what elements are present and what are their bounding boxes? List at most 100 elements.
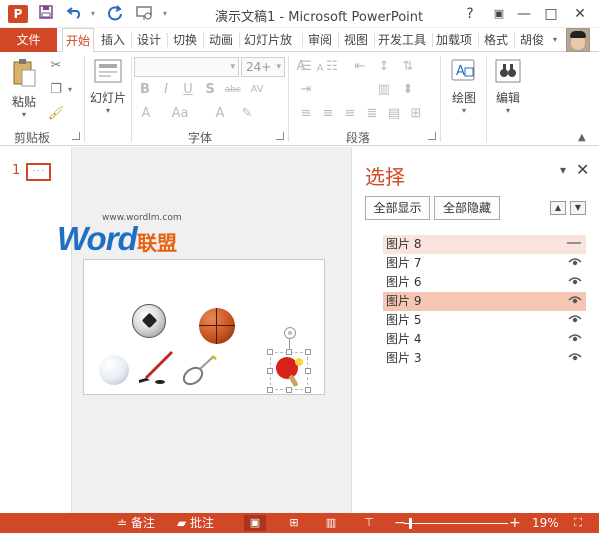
tab-developer[interactable]: 开发工具	[376, 28, 428, 52]
redo-icon[interactable]	[106, 5, 124, 23]
slide-sorter-icon[interactable]: ⊞	[283, 515, 305, 531]
tab-design[interactable]: 设计	[133, 28, 165, 52]
layer-item[interactable]: 图片 7	[383, 254, 586, 273]
drawing-button[interactable]: A 绘图 ▾	[446, 58, 482, 122]
underline-icon[interactable]: U	[180, 82, 196, 98]
copy-icon[interactable]: ❐	[47, 82, 65, 98]
zoom-level[interactable]: 19%	[532, 513, 559, 533]
reading-view-icon[interactable]: ▥	[320, 515, 342, 531]
user-dropdown-icon[interactable]: ▾	[553, 28, 557, 52]
justify-icon[interactable]: ≣	[362, 106, 382, 122]
comments-button[interactable]: ▰ 批注	[177, 513, 214, 533]
visible-eye-icon[interactable]	[568, 292, 582, 311]
distributed-icon[interactable]: ▤	[384, 106, 404, 122]
tab-transitions[interactable]: 切换	[169, 28, 201, 52]
tab-review[interactable]: 审阅	[304, 28, 336, 52]
slides-button[interactable]: 幻灯片 ▾	[88, 58, 128, 118]
font-dialog-launcher[interactable]	[276, 132, 284, 140]
cut-icon[interactable]: ✂	[47, 58, 65, 74]
selection-handle[interactable]	[305, 368, 311, 374]
selection-handle[interactable]	[267, 349, 273, 355]
format-painter-icon[interactable]: 🖌	[47, 106, 65, 122]
badminton-racket-image[interactable]	[180, 354, 220, 386]
editing-button[interactable]: 编辑 ▾	[490, 58, 526, 122]
increase-indent-icon[interactable]: ⇥	[296, 82, 316, 98]
close-window-button[interactable]: ✕	[569, 4, 591, 24]
layer-item[interactable]: 图片 4	[383, 330, 586, 349]
user-name[interactable]: 胡俊	[520, 28, 544, 52]
paragraph-dialog-launcher[interactable]	[428, 132, 436, 140]
text-direction-icon[interactable]: ⇅	[398, 59, 418, 75]
bullets-icon[interactable]: ☰	[296, 59, 316, 75]
paste-button[interactable]: 粘贴 ▾	[8, 58, 40, 119]
slideshow-view-icon[interactable]: ⊤	[358, 515, 380, 531]
notes-button[interactable]: ≐ 备注	[117, 513, 155, 533]
layer-item[interactable]: 图片 5	[383, 311, 586, 330]
normal-view-icon[interactable]: ▣	[244, 515, 266, 531]
tab-file[interactable]: 文件	[0, 28, 57, 52]
start-slideshow-icon[interactable]	[135, 5, 155, 23]
align-right-icon[interactable]: ≡	[340, 106, 360, 122]
character-spacing-icon[interactable]: AV	[247, 82, 267, 98]
copy-dropdown-icon[interactable]: ▾	[65, 82, 75, 98]
show-all-button[interactable]: 全部显示	[365, 196, 430, 220]
soccer-ball-image[interactable]	[132, 304, 166, 338]
hockey-stick-image[interactable]	[136, 350, 176, 386]
slide-thumbnail[interactable]: · · ·	[26, 163, 51, 181]
font-name-combo[interactable]: ▾	[134, 57, 239, 77]
tab-animations[interactable]: 动画	[205, 28, 237, 52]
ping-pong-paddle-image[interactable]	[270, 352, 308, 390]
tab-format[interactable]: 格式	[481, 28, 511, 52]
golf-ball-image[interactable]	[99, 355, 129, 385]
slide-canvas[interactable]	[83, 259, 325, 395]
selection-handle[interactable]	[305, 387, 311, 393]
powerpoint-app-icon[interactable]: P	[8, 5, 28, 23]
selection-handle[interactable]	[267, 387, 273, 393]
zoom-slider-thumb[interactable]	[409, 518, 412, 529]
tab-insert[interactable]: 插入	[97, 28, 129, 52]
send-backward-icon[interactable]: ▼	[570, 201, 586, 215]
selection-handle[interactable]	[286, 387, 292, 393]
shadow-icon[interactable]: S	[202, 82, 218, 98]
rotate-handle[interactable]	[284, 327, 296, 339]
undo-dropdown-icon[interactable]: ▾	[88, 5, 98, 23]
italic-icon[interactable]: I	[158, 82, 174, 98]
bring-forward-icon[interactable]: ▲	[550, 201, 566, 215]
strikethrough-icon[interactable]: abc	[224, 82, 242, 98]
center-icon[interactable]: ≡	[318, 106, 338, 122]
selection-handle[interactable]	[286, 349, 292, 355]
basketball-image[interactable]	[199, 308, 235, 344]
clipboard-dialog-launcher[interactable]	[72, 132, 80, 140]
smartart-icon[interactable]: ⊞	[406, 106, 426, 122]
tab-view[interactable]: 视图	[340, 28, 372, 52]
pane-close-icon[interactable]: ✕	[576, 160, 589, 179]
decrease-indent-icon[interactable]: ⇤	[350, 59, 370, 75]
tab-addins[interactable]: 加载项	[434, 28, 474, 52]
avatar[interactable]	[566, 28, 590, 52]
visible-eye-icon[interactable]	[568, 254, 582, 273]
visible-eye-icon[interactable]	[568, 349, 582, 368]
fit-to-window-icon[interactable]: ⛶	[567, 515, 589, 531]
tab-home[interactable]: 开始	[62, 28, 94, 53]
zoom-in-button[interactable]: +	[509, 513, 521, 533]
highlight-icon[interactable]: ✎	[238, 106, 256, 122]
visible-eye-icon[interactable]	[568, 311, 582, 330]
zoom-slider[interactable]	[404, 523, 508, 524]
customize-qat-icon[interactable]: ▾	[160, 5, 170, 23]
layer-item[interactable]: 图片 9	[383, 292, 586, 311]
visible-eye-icon[interactable]	[568, 273, 582, 292]
hide-all-button[interactable]: 全部隐藏	[434, 196, 500, 220]
undo-icon[interactable]	[66, 5, 84, 23]
align-text-icon[interactable]: ⬍	[398, 82, 418, 98]
numbering-icon[interactable]: ☷	[322, 59, 342, 75]
columns-icon[interactable]: ▥	[374, 82, 394, 98]
pane-options-icon[interactable]: ▾	[560, 163, 566, 177]
layer-item[interactable]: 图片 3	[383, 349, 586, 368]
help-button[interactable]: ?	[459, 4, 481, 24]
align-left-icon[interactable]: ≡	[296, 106, 316, 122]
selection-handle[interactable]	[305, 349, 311, 355]
visible-eye-icon[interactable]	[568, 330, 582, 349]
hidden-dash-icon[interactable]	[566, 235, 582, 254]
maximize-button[interactable]: □	[540, 4, 562, 24]
bold-icon[interactable]: B	[137, 82, 153, 98]
